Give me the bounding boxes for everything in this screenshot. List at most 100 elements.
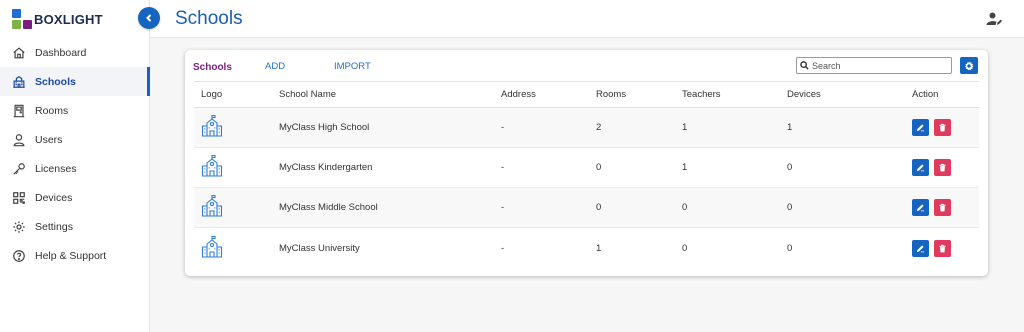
delete-button[interactable] (934, 199, 951, 216)
brand-logo[interactable]: BOXLIGHT (12, 9, 103, 29)
sidebar-item-label: Users (35, 133, 63, 146)
trash-icon (939, 163, 946, 172)
school-rooms: 2 (596, 122, 602, 133)
edit-button[interactable] (912, 239, 929, 257)
school-address: - (501, 202, 505, 213)
gear-icon (965, 61, 974, 70)
sidebar-item-users[interactable]: Users (0, 125, 150, 154)
row-actions (912, 119, 951, 136)
sidebar-item-label: Schools (35, 75, 76, 88)
collapse-sidebar-button[interactable] (138, 7, 160, 29)
school-teachers: 0 (682, 242, 688, 254)
school-address: - (501, 162, 505, 173)
page-title: Schools (175, 8, 243, 29)
column-header-devices[interactable]: Devices (787, 89, 821, 100)
sidebar-item-schools[interactable]: Schools (0, 67, 150, 96)
school-devices: 0 (787, 202, 793, 213)
sidebar-item-label: Dashboard (35, 46, 87, 59)
school-teachers: 1 (682, 162, 688, 173)
trash-icon (939, 244, 946, 252)
table-row: MyClass Middle School - 0 0 0 (194, 188, 979, 228)
school-logo-icon (201, 154, 223, 181)
brand-name: BOXLIGHT (34, 11, 103, 27)
school-teachers: 1 (682, 122, 688, 133)
edit-icon (916, 164, 925, 172)
column-header-logo: Logo (201, 89, 223, 100)
sidebar-item-licenses[interactable]: Licenses (0, 154, 150, 183)
sidebar-item-rooms[interactable]: Rooms (0, 96, 150, 125)
chevron-left-icon (146, 14, 152, 22)
table-row: MyClass Kindergarten - 0 1 0 (194, 148, 979, 188)
user-icon (11, 132, 27, 148)
search-input[interactable] (812, 60, 950, 71)
table-row: MyClass University - 1 0 0 (194, 228, 979, 268)
trash-icon (939, 203, 946, 212)
door-icon (11, 103, 27, 119)
sidebar-item-dashboard[interactable]: Dashboard (0, 38, 150, 67)
table-row: MyClass High School - 2 1 1 (194, 108, 979, 148)
school-name: MyClass Kindergarten (279, 162, 373, 173)
key-icon (11, 161, 27, 177)
school-devices: 0 (787, 242, 793, 254)
top-header: Schools (150, 0, 1024, 38)
school-logo-icon (201, 194, 223, 221)
school-devices: 1 (787, 122, 793, 133)
row-actions (912, 159, 951, 176)
school-rooms: 0 (596, 162, 602, 173)
delete-button[interactable] (934, 159, 951, 176)
sidebar-item-devices[interactable]: Devices (0, 183, 150, 212)
table-body: MyClass High School - 2 1 1 MyClass Kind… (194, 108, 979, 268)
schools-card: Schools ADD IMPORT Logo School Name Addr… (185, 50, 988, 276)
school-teachers: 0 (682, 202, 688, 213)
edit-button[interactable] (912, 119, 929, 136)
schools-table: Logo School Name Address Rooms Teachers … (194, 81, 979, 268)
sidebar-item-help-support[interactable]: Help & Support (0, 241, 150, 270)
delete-button[interactable] (934, 239, 951, 257)
sidebar-nav: Dashboard Schools Rooms Users Licenses D… (0, 38, 150, 270)
school-name: MyClass High School (279, 122, 370, 133)
school-logo-icon (201, 114, 223, 141)
school-logo-icon (201, 235, 223, 262)
import-button[interactable]: IMPORT (334, 61, 371, 72)
delete-button[interactable] (934, 119, 951, 136)
edit-icon (916, 244, 925, 252)
brand-logo-mark (12, 9, 32, 29)
sidebar-item-label: Help & Support (35, 249, 107, 262)
school-address: - (501, 242, 505, 254)
search-icon (800, 61, 809, 70)
school-building-icon (11, 74, 27, 90)
sidebar: BOXLIGHT Dashboard Schools Rooms Users L… (0, 0, 150, 332)
column-header-action: Action (912, 89, 939, 100)
school-devices: 0 (787, 162, 793, 173)
qr-grid-icon (11, 190, 27, 206)
edit-icon (916, 124, 925, 132)
column-header-teachers[interactable]: Teachers (682, 89, 721, 100)
tab-schools[interactable]: Schools (193, 62, 232, 73)
column-header-address[interactable]: Address (501, 89, 536, 100)
trash-icon (939, 123, 946, 132)
column-header-name[interactable]: School Name (279, 89, 336, 100)
school-rooms: 0 (596, 202, 602, 213)
table-settings-button[interactable] (960, 57, 978, 74)
sidebar-item-label: Rooms (35, 104, 69, 117)
add-button[interactable]: ADD (265, 61, 285, 72)
help-circle-icon (11, 248, 27, 264)
row-actions (912, 199, 951, 216)
school-address: - (501, 122, 505, 133)
search-box[interactable] (796, 57, 952, 74)
school-rooms: 1 (596, 242, 602, 254)
column-header-rooms[interactable]: Rooms (596, 89, 626, 100)
row-actions (912, 239, 951, 257)
edit-button[interactable] (912, 199, 929, 216)
table-header: Logo School Name Address Rooms Teachers … (194, 81, 979, 108)
sidebar-item-settings[interactable]: Settings (0, 212, 150, 241)
sidebar-item-label: Devices (35, 191, 73, 204)
sidebar-item-label: Licenses (35, 162, 77, 175)
home-icon (11, 45, 27, 61)
edit-button[interactable] (912, 159, 929, 176)
school-name: MyClass University (279, 242, 360, 254)
edit-icon (916, 204, 925, 212)
sidebar-item-label: Settings (35, 220, 73, 233)
user-edit-icon[interactable] (986, 11, 1002, 27)
gear-icon (11, 219, 27, 235)
